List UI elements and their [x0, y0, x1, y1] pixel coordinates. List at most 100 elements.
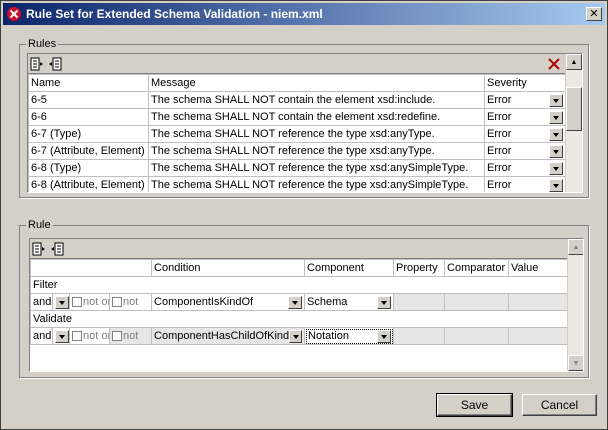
- op-dropdown[interactable]: [55, 295, 69, 309]
- add-row-icon: [32, 242, 45, 255]
- table-row[interactable]: 6-7 (Type) The schema SHALL NOT referenc…: [28, 125, 566, 143]
- rule-toolbar: [30, 239, 567, 259]
- rules-group: Rules Name Message Severity 6-5 The sche…: [19, 38, 589, 198]
- condition-cell[interactable]: ComponentIsKindOf: [151, 293, 306, 311]
- not-or-checkbox[interactable]: [72, 297, 82, 308]
- rule-table: Condition Component Property Comparator …: [30, 259, 569, 345]
- app-icon: [7, 7, 21, 21]
- op-dropdown-cell[interactable]: [52, 293, 70, 311]
- op-dropdown-cell[interactable]: [52, 327, 70, 345]
- arrow-up-icon: ▲: [570, 58, 578, 66]
- rule-header-row: Condition Component Property Comparator …: [30, 259, 569, 277]
- scroll-thumb[interactable]: [566, 87, 582, 131]
- severity-dropdown[interactable]: [549, 93, 563, 107]
- component-dropdown[interactable]: [377, 329, 392, 343]
- scroll-up-button[interactable]: ▲: [566, 54, 582, 70]
- rule-severity[interactable]: Error: [484, 176, 566, 192]
- table-row[interactable]: 6-7 (Attribute, Element) The schema SHAL…: [28, 142, 566, 160]
- insert-row-icon: [51, 242, 64, 255]
- not-checkbox[interactable]: [112, 331, 122, 342]
- rule-name: 6-6: [28, 108, 149, 126]
- condition-value: ComponentIsKindOf: [154, 296, 254, 308]
- col-condition[interactable]: Condition: [151, 259, 306, 277]
- not-or-cell[interactable]: not or: [69, 293, 110, 311]
- rule-message: The schema SHALL NOT reference the type …: [148, 176, 485, 192]
- severity-value: Error: [487, 179, 512, 191]
- component-value: Notation: [307, 330, 351, 342]
- scroll-down-button[interactable]: ▼: [568, 355, 583, 371]
- delete-rule-button[interactable]: [545, 55, 563, 73]
- insert-condition-button[interactable]: [48, 240, 66, 258]
- col-name[interactable]: Name: [28, 74, 149, 92]
- severity-value: Error: [487, 111, 512, 123]
- rule-severity[interactable]: Error: [484, 159, 566, 177]
- rule-severity[interactable]: Error: [484, 142, 566, 160]
- not-label: not: [123, 296, 139, 308]
- condition-cell[interactable]: ComponentHasChildOfKind: [151, 327, 306, 345]
- close-button[interactable]: ✕: [586, 7, 602, 21]
- filter-section-row: Filter: [30, 276, 569, 294]
- rule-group: Rule Condition Component Property Compar…: [19, 219, 589, 378]
- insert-rule-button[interactable]: [46, 55, 64, 73]
- rules-panel: Name Message Severity 6-5 The schema SHA…: [27, 53, 583, 193]
- severity-value: Error: [487, 145, 512, 157]
- rule-message: The schema SHALL NOT contain the element…: [148, 91, 485, 109]
- not-checkbox[interactable]: [112, 297, 122, 308]
- col-comparator[interactable]: Comparator: [444, 259, 510, 277]
- rule-severity[interactable]: Error: [484, 108, 566, 126]
- not-or-label: not or: [83, 330, 110, 342]
- rules-scrollbar[interactable]: ▲: [565, 54, 582, 192]
- filter-condition-row[interactable]: and not or not ComponentIsKindOf Schema: [30, 293, 569, 311]
- condition-dropdown[interactable]: [288, 295, 303, 309]
- table-row[interactable]: 6-5 The schema SHALL NOT contain the ele…: [28, 91, 566, 109]
- condition-value: ComponentHasChildOfKind: [154, 330, 290, 342]
- validate-label: Validate: [30, 310, 569, 328]
- severity-dropdown[interactable]: [549, 161, 563, 175]
- rule-scrollbar[interactable]: ▲ ▼: [567, 239, 583, 371]
- component-cell[interactable]: Notation: [304, 327, 395, 345]
- not-or-label: not or: [83, 296, 110, 308]
- rules-table: Name Message Severity 6-5 The schema SHA…: [28, 74, 566, 192]
- col-property[interactable]: Property: [393, 259, 446, 277]
- table-row[interactable]: 6-8 (Attribute, Element) The schema SHAL…: [28, 176, 566, 192]
- op-dropdown[interactable]: [55, 329, 69, 343]
- validate-condition-row[interactable]: and not or not ComponentHasChildOfKind N…: [30, 327, 569, 345]
- insert-row-icon: [49, 57, 62, 70]
- arrow-down-icon: ▼: [572, 359, 580, 367]
- condition-dropdown[interactable]: [289, 329, 303, 343]
- window-title: Rule Set for Extended Schema Validation …: [26, 7, 323, 21]
- value-cell[interactable]: [508, 327, 569, 345]
- value-cell[interactable]: [508, 293, 569, 311]
- table-row[interactable]: 6-6 The schema SHALL NOT contain the ele…: [28, 108, 566, 126]
- rule-severity[interactable]: Error: [484, 91, 566, 109]
- arrow-up-icon: ▲: [572, 243, 580, 251]
- cancel-button[interactable]: Cancel: [522, 394, 597, 416]
- severity-dropdown[interactable]: [549, 110, 563, 124]
- col-component[interactable]: Component: [304, 259, 395, 277]
- add-condition-button[interactable]: [30, 240, 48, 258]
- property-cell[interactable]: [393, 327, 446, 345]
- rule-severity[interactable]: Error: [484, 125, 566, 143]
- severity-dropdown[interactable]: [549, 127, 563, 141]
- not-or-checkbox[interactable]: [72, 331, 82, 342]
- comparator-cell[interactable]: [444, 293, 510, 311]
- col-severity[interactable]: Severity: [484, 74, 566, 92]
- component-dropdown[interactable]: [377, 295, 392, 309]
- rule-name: 6-8 (Attribute, Element): [28, 176, 149, 192]
- component-cell[interactable]: Schema: [304, 293, 395, 311]
- severity-dropdown[interactable]: [549, 144, 563, 158]
- col-value[interactable]: Value: [508, 259, 569, 277]
- rule-name: 6-7 (Type): [28, 125, 149, 143]
- not-cell[interactable]: not: [108, 293, 153, 311]
- not-cell[interactable]: not: [108, 327, 153, 345]
- add-rule-button[interactable]: [28, 55, 46, 73]
- save-button[interactable]: Save: [436, 393, 513, 417]
- table-row[interactable]: 6-8 (Type) The schema SHALL NOT referenc…: [28, 159, 566, 177]
- not-or-cell[interactable]: not or: [69, 327, 110, 345]
- scroll-up-button[interactable]: ▲: [568, 239, 583, 255]
- component-value: Schema: [307, 296, 348, 308]
- col-message[interactable]: Message: [148, 74, 485, 92]
- severity-dropdown[interactable]: [549, 178, 563, 192]
- property-cell[interactable]: [393, 293, 446, 311]
- comparator-cell[interactable]: [444, 327, 510, 345]
